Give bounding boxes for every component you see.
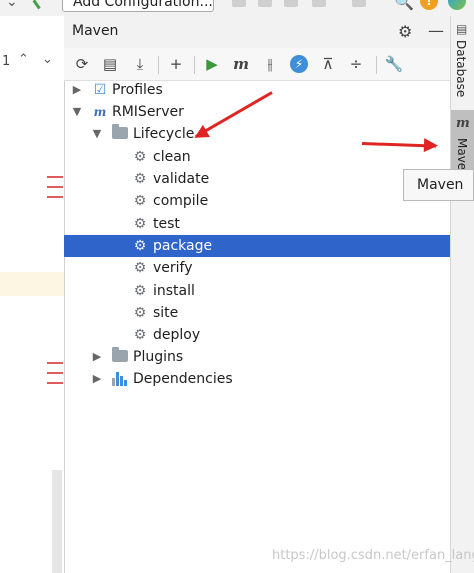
- lifecycle-goal-compile[interactable]: ⚙ compile: [64, 190, 450, 212]
- lifecycle-goal-deploy[interactable]: ⚙ deploy: [64, 324, 450, 346]
- error-stripe-marker[interactable]: [47, 176, 63, 198]
- tree-item-label: site: [153, 305, 179, 321]
- tree-item-project[interactable]: ▼ m RMIServer: [64, 101, 450, 123]
- dropdown-chevron-icon[interactable]: ⌄: [6, 0, 18, 10]
- maven-tool-tab[interactable]: m Mave: [451, 110, 474, 170]
- reload-icon[interactable]: ⟳: [72, 54, 92, 74]
- expand-arrow-icon[interactable]: ▶: [70, 83, 84, 96]
- tree-item-label: RMIServer: [112, 104, 184, 120]
- generate-sources-icon[interactable]: ▤: [100, 54, 120, 74]
- gear-icon: ⚙: [133, 193, 147, 209]
- gear-icon: ⚙: [133, 283, 147, 299]
- panel-title: Maven: [72, 23, 119, 39]
- toolbar-separator: [376, 56, 377, 74]
- coverage-icon[interactable]: [284, 0, 298, 7]
- toolbar-separator: [194, 56, 195, 74]
- maven-project-icon: m: [93, 105, 107, 119]
- lifecycle-goal-validate[interactable]: ⚙ validate: [64, 168, 450, 190]
- run-icon[interactable]: ▶: [202, 54, 222, 74]
- folder-gear-icon: [112, 347, 128, 362]
- current-line-highlight: [0, 272, 64, 296]
- gear-icon: ⚙: [133, 305, 147, 321]
- settings-gear-icon[interactable]: ⚙: [398, 22, 412, 41]
- tree-item-label: deploy: [153, 327, 201, 343]
- download-icon[interactable]: ⤓: [130, 54, 150, 74]
- collapse-arrow-icon[interactable]: ▼: [90, 127, 104, 140]
- expand-arrow-icon[interactable]: ▶: [90, 350, 104, 363]
- tree-item-label: validate: [153, 171, 210, 187]
- gear-icon: ⚙: [133, 327, 147, 343]
- maven-icon: m: [456, 116, 470, 131]
- tree-item-label: test: [153, 216, 180, 232]
- lifecycle-goal-clean[interactable]: ⚙ clean: [64, 146, 450, 168]
- expand-arrow-icon[interactable]: ▶: [90, 372, 104, 385]
- gear-icon: ⚙: [133, 171, 147, 187]
- watermark: https://blog.csdn.net/erfan_lang: [272, 548, 474, 563]
- minimize-icon[interactable]: —: [428, 21, 444, 40]
- gear-icon: ⚙: [133, 238, 147, 254]
- lifecycle-goal-install[interactable]: ⚙ install: [64, 280, 450, 302]
- run-configuration-dropdown[interactable]: Add Configuration...: [62, 0, 214, 12]
- collapse-arrow-icon[interactable]: ▼: [70, 105, 84, 118]
- toggle-offline-icon[interactable]: ⫲: [260, 54, 280, 74]
- folder-gear-icon: [112, 124, 128, 139]
- debug-icon[interactable]: [258, 0, 272, 7]
- tree-item-label: Lifecycle: [133, 126, 195, 142]
- maven-panel-header: [64, 16, 450, 49]
- build-hammer-icon[interactable]: [32, 0, 51, 10]
- collapse-all-icon[interactable]: ÷: [346, 54, 366, 74]
- database-icon: ▤: [456, 22, 468, 36]
- gear-icon: ⚙: [133, 149, 147, 165]
- add-icon[interactable]: +: [166, 54, 186, 74]
- tree-item-label: clean: [153, 149, 191, 165]
- error-stripe-marker[interactable]: [47, 362, 63, 384]
- search-icon[interactable]: 🔍: [394, 0, 414, 11]
- run-icon[interactable]: [232, 0, 246, 7]
- tree-item-label: Profiles: [112, 82, 163, 98]
- lifecycle-goal-verify[interactable]: ⚙ verify: [64, 257, 450, 279]
- tree-item-label: package: [153, 238, 213, 254]
- database-tool-tab[interactable]: ▤ Database: [450, 22, 474, 102]
- execute-goal-icon[interactable]: m: [231, 54, 251, 74]
- tree-item-dependencies[interactable]: ▶ Dependencies: [64, 368, 450, 390]
- chevron-up-icon[interactable]: ⌃: [18, 52, 29, 67]
- tree-item-lifecycle[interactable]: ▼ Lifecycle: [64, 123, 450, 145]
- tree-item-label: Dependencies: [133, 371, 233, 387]
- chevron-down-icon[interactable]: ⌄: [42, 52, 53, 67]
- profiles-icon: ☑: [93, 82, 107, 98]
- tree-item-profiles[interactable]: ▶ ☑ Profiles: [64, 79, 450, 101]
- editor-scrollbar[interactable]: [52, 470, 62, 573]
- skip-tests-icon[interactable]: ⚡: [290, 55, 308, 73]
- gear-icon: ⚙: [133, 260, 147, 276]
- tooltip: Maven: [403, 169, 474, 201]
- toolbar-separator: [158, 56, 159, 74]
- lifecycle-goal-package[interactable]: ⚙ package: [64, 235, 450, 257]
- tree-item-label: Plugins: [133, 349, 184, 365]
- tool-tab-label: Mave: [455, 138, 469, 171]
- dependencies-icon: [112, 372, 128, 386]
- line-number: 1: [2, 54, 11, 69]
- tree-item-label: install: [153, 283, 195, 299]
- lifecycle-goal-site[interactable]: ⚙ site: [64, 302, 450, 324]
- tree-item-plugins[interactable]: ▶ Plugins: [64, 346, 450, 368]
- gear-icon: ⚙: [133, 216, 147, 232]
- wrench-icon[interactable]: 🔧: [384, 54, 404, 74]
- stop-icon[interactable]: [352, 0, 366, 7]
- tool-tab-label: Database: [454, 40, 468, 98]
- profile-icon[interactable]: [312, 0, 326, 7]
- lifecycle-goal-test[interactable]: ⚙ test: [64, 213, 450, 235]
- show-dependencies-icon[interactable]: ⊼: [318, 54, 338, 74]
- tree-item-label: verify: [153, 260, 193, 276]
- tree-item-label: compile: [153, 193, 209, 209]
